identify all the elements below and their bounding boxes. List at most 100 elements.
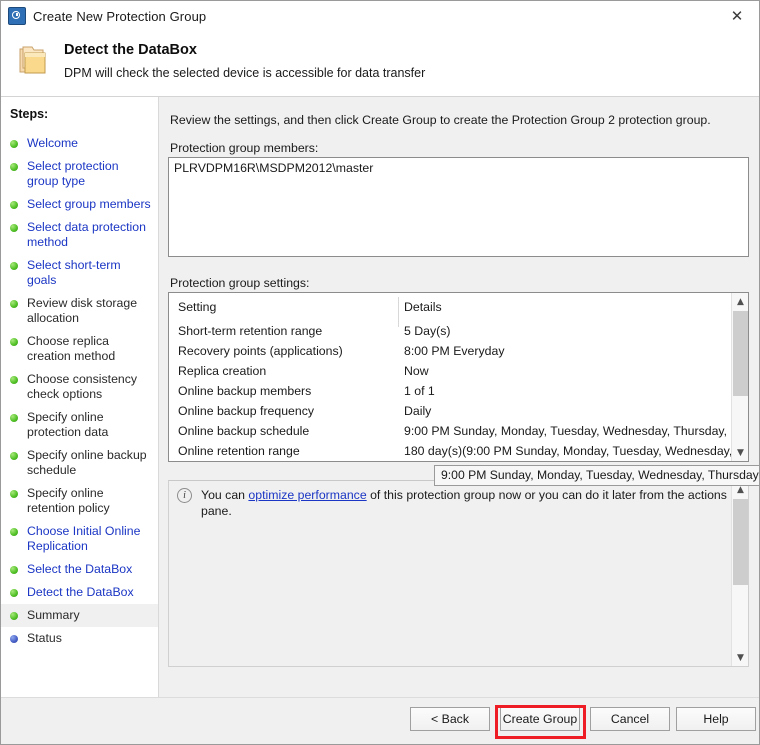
intro-text: Review the settings, and then click Crea…	[170, 113, 711, 127]
table-row[interactable]: Online backup members 1 of 1	[169, 381, 731, 401]
sidebar-item-select-group-members[interactable]: Select group members	[1, 193, 158, 216]
table-row[interactable]: Short-term retention range 5 Day(s)	[169, 321, 731, 341]
sidebar-item-label: Status	[27, 631, 62, 645]
sidebar-item-label: Choose Initial Online Replication	[27, 524, 141, 553]
sidebar-item-choose-consistency-check-options: Choose consistency check options	[1, 368, 158, 406]
setting-details: 8:00 PM Everyday	[404, 344, 505, 358]
members-label: Protection group members:	[170, 141, 319, 155]
optimize-performance-link[interactable]: optimize performance	[248, 488, 366, 502]
page-title: Detect the DataBox	[64, 42, 197, 58]
setting-details: 5 Day(s)	[404, 324, 451, 338]
setting-details: 180 day(s)(9:00 PM Sunday, Monday, Tuesd…	[404, 444, 731, 458]
table-row[interactable]: Online retention range 180 day(s)(9:00 PM…	[169, 441, 731, 461]
column-header[interactable]: Setting	[169, 300, 398, 314]
step-bullet-icon	[10, 612, 18, 620]
step-bullet-icon	[10, 452, 18, 460]
sidebar-item-label: Choose replica creation method	[27, 334, 116, 363]
optimize-performance-message: i You can optimize performance of this p…	[177, 487, 748, 519]
folder-icon	[17, 45, 53, 79]
step-bullet-icon	[10, 140, 18, 148]
step-bullet-icon	[10, 224, 18, 232]
scroll-up-icon[interactable]: ▲	[732, 293, 748, 310]
sidebar-item-welcome[interactable]: Welcome	[1, 132, 158, 155]
scrollbar-thumb[interactable]	[733, 499, 748, 585]
settings-scrollbar[interactable]: ▲ ▼	[731, 293, 748, 461]
sidebar-item-select-the-databox[interactable]: Select the DataBox	[1, 558, 158, 581]
page-subtitle: DPM will check the selected device is ac…	[64, 66, 426, 80]
table-row[interactable]: Online backup frequency Daily	[169, 401, 731, 421]
step-bullet-icon	[10, 589, 18, 597]
back-button[interactable]: < Back	[410, 707, 490, 731]
table-row[interactable]: Recovery points (applications) 8:00 PM Ev…	[169, 341, 731, 361]
sidebar-item-choose-initial-online-replication[interactable]: Choose Initial Online Replication	[1, 520, 158, 558]
steps-label: Steps:	[10, 107, 49, 121]
sidebar-item-label: Detect the DataBox	[27, 585, 134, 599]
setting-name: Online backup members	[178, 384, 312, 398]
step-bullet-icon	[10, 566, 18, 574]
table-header-row: Setting Details	[169, 293, 731, 321]
help-button[interactable]: Help	[676, 707, 756, 731]
step-bullet-icon	[10, 201, 18, 209]
sidebar-item-select-short-term-goals[interactable]: Select short-term goals	[1, 254, 158, 292]
info-text: You can optimize performance of this pro…	[201, 487, 748, 519]
column-header[interactable]: Details	[398, 300, 731, 314]
cancel-button[interactable]: Cancel	[590, 707, 670, 731]
dpm-clock-icon	[8, 7, 26, 25]
scrollbar-thumb[interactable]	[733, 311, 748, 396]
step-bullet-icon	[10, 376, 18, 384]
sidebar-item-review-disk-storage-allocation: Review disk storage allocation	[1, 292, 158, 330]
sidebar-item-label: Choose consistency check options	[27, 372, 138, 401]
header-banner: Detect the DataBox DPM will check the se…	[1, 31, 759, 97]
setting-name: Recovery points (applications)	[178, 344, 343, 358]
sidebar-item-status: Status	[1, 627, 158, 650]
sidebar-item-specify-online-backup-schedule: Specify online backup schedule	[1, 444, 158, 482]
sidebar-item-label: Select protection group type	[27, 159, 119, 188]
protection-group-settings-table[interactable]: Setting Details Short-term retention range…	[168, 292, 749, 462]
info-icon: i	[177, 488, 192, 503]
main-content: Review the settings, and then click Crea…	[159, 97, 759, 698]
setting-details: 9:00 PM Sunday, Monday, Tuesday, Wednesd…	[404, 424, 731, 438]
setting-name: Online backup schedule	[178, 424, 310, 438]
sidebar-item-specify-online-retention-policy: Specify online retention policy	[1, 482, 158, 520]
column-divider[interactable]	[398, 297, 399, 327]
info-text-before: You can	[201, 488, 249, 502]
scroll-down-icon[interactable]: ▼	[732, 444, 748, 461]
sidebar-item-label: Select short-term goals	[27, 258, 121, 287]
sidebar-item-detect-the-databox[interactable]: Detect the DataBox	[1, 581, 158, 604]
list-item[interactable]: PLRVDPM16R\MSDPM2012\master	[169, 158, 748, 175]
step-bullet-icon	[10, 338, 18, 346]
setting-details: Now	[404, 364, 429, 378]
sidebar-item-label: Review disk storage allocation	[27, 296, 138, 325]
setting-name: Short-term retention range	[178, 324, 323, 338]
setting-details: Daily	[404, 404, 432, 418]
title-bar: Create New Protection Group ✕	[1, 1, 759, 31]
sidebar-item-label: Summary	[27, 608, 80, 622]
sidebar-item-label: Welcome	[27, 136, 79, 150]
table-row[interactable]: Replica creation Now	[169, 361, 731, 381]
settings-rows-container: Setting Details Short-term retention range…	[169, 293, 731, 461]
settings-label: Protection group settings:	[170, 276, 310, 290]
sidebar-item-label: Specify online retention policy	[27, 486, 110, 515]
step-bullet-icon	[10, 635, 18, 643]
close-icon[interactable]: ✕	[715, 1, 759, 30]
sidebar-item-select-protection-group-type[interactable]: Select protection group type	[1, 155, 158, 193]
info-panel: i You can optimize performance of this p…	[168, 480, 749, 667]
sidebar-item-specify-online-protection-data: Specify online protection data	[1, 406, 158, 444]
setting-name: Replica creation	[178, 364, 267, 378]
step-bullet-icon	[10, 528, 18, 536]
info-panel-scrollbar[interactable]: ▲ ▼	[731, 481, 748, 666]
sidebar-item-label: Select data protection method	[27, 220, 146, 249]
sidebar-item-select-data-protection-method[interactable]: Select data protection method	[1, 216, 158, 254]
sidebar-item-choose-replica-creation-method: Choose replica creation method	[1, 330, 158, 368]
dialog-footer: < Back Create Group Cancel Help	[1, 697, 759, 744]
step-bullet-icon	[10, 490, 18, 498]
create-group-button[interactable]: Create Group	[500, 707, 580, 731]
settings-tooltip: 9:00 PM Sunday, Monday, Tuesday, Wednesd…	[434, 465, 759, 486]
step-bullet-icon	[10, 163, 18, 171]
scroll-down-icon[interactable]: ▼	[732, 649, 748, 666]
setting-name: Online backup frequency	[178, 404, 315, 418]
step-bullet-icon	[10, 414, 18, 422]
protection-group-members-list[interactable]: PLRVDPM16R\MSDPM2012\master	[168, 157, 749, 257]
sidebar-item-label: Select group members	[27, 197, 151, 211]
table-row[interactable]: Online backup schedule 9:00 PM Sunday, Mo…	[169, 421, 731, 441]
